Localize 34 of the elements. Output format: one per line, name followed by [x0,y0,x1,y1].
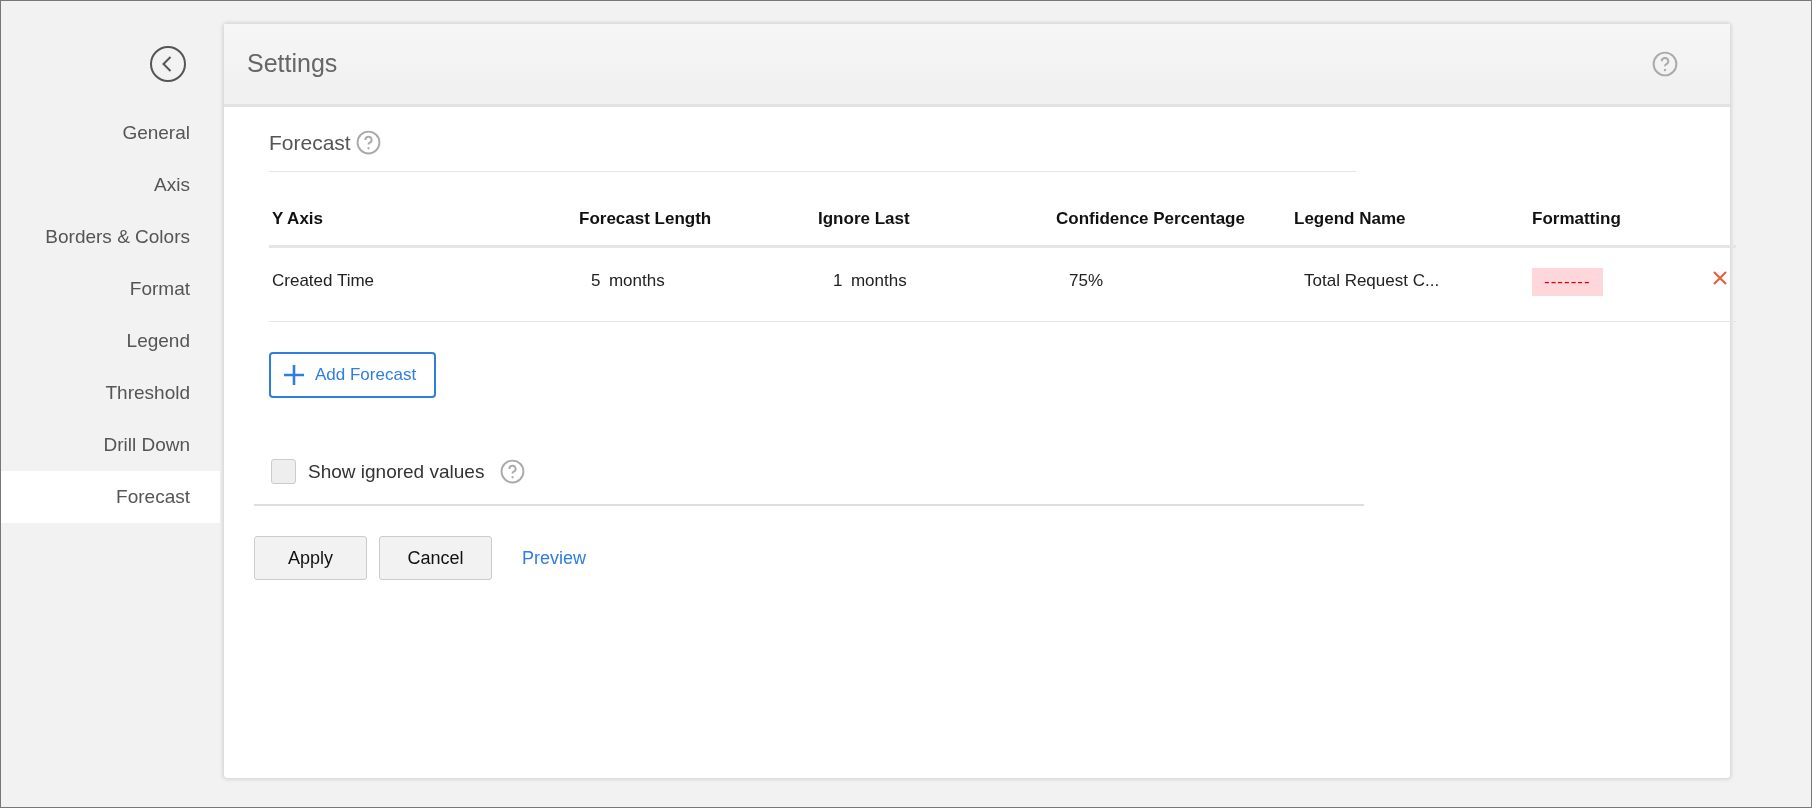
column-header: Forecast Length [576,171,815,248]
table-cell: 75% [1069,271,1104,290]
sidebar-item[interactable]: Drill Down [1,419,220,471]
plus-icon [283,363,305,386]
column-header: Y Axis [269,171,576,248]
panel-title: Settings [247,48,338,80]
action-button[interactable]: Cancel [379,536,492,580]
action-button[interactable]: Apply [254,536,367,580]
sidebar-item[interactable]: Borders & Colors [1,211,220,263]
column-header: Legend Name [1291,171,1529,248]
section-title: Forecast [269,130,351,156]
preview-link[interactable]: Preview [522,544,587,572]
help-icon[interactable] [1652,51,1678,77]
sidebar-item[interactable]: Threshold [1,367,220,419]
column-header: Ignore Last [815,171,1053,248]
back-icon[interactable] [149,45,187,83]
sidebar-item[interactable]: General [1,107,220,159]
help-icon[interactable] [355,130,381,156]
sidebar-item[interactable]: Format [1,263,220,315]
help-icon[interactable] [500,459,526,485]
table-cell: Total Request C... [1304,271,1440,290]
line-style-swatch[interactable]: ------- [1532,268,1603,296]
add-forecast-button[interactable]: Add Forecast [269,352,437,398]
table-cell: 1 months [833,271,907,290]
sidebar-item[interactable]: Axis [1,159,220,211]
column-header: Confidence Percentage [1053,171,1291,248]
sidebar-item[interactable]: Forecast [1,471,220,523]
checkbox-label: Show ignored values [308,459,485,484]
sidebar-item[interactable]: Legend [1,315,220,367]
table-cell: Created Time [269,248,576,322]
checkbox[interactable] [271,459,296,485]
table-cell: 5 months [591,271,665,290]
column-header: Formatting [1529,171,1709,248]
close-icon[interactable] [1712,270,1728,286]
